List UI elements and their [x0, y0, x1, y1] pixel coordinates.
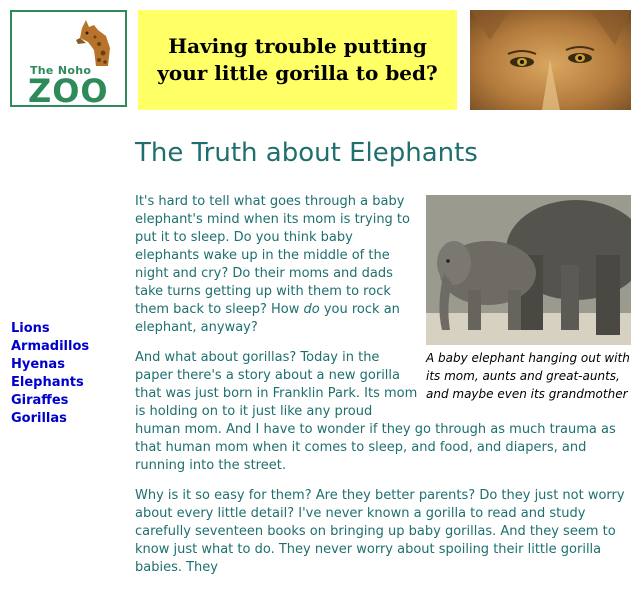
banner-line-2: your little gorilla to bed?	[157, 61, 438, 85]
paragraph-3: Why is it so easy for them? Are they bet…	[135, 488, 625, 575]
lion-face-image	[470, 10, 631, 110]
nav-link-lions[interactable]: Lions	[11, 320, 89, 338]
page-title: The Truth about Elephants	[135, 138, 478, 168]
elephant-figure: A baby elephant hanging out with its mom…	[426, 195, 631, 403]
banner-headline: Having trouble putting your little goril…	[157, 33, 438, 87]
figure-caption: A baby elephant hanging out with its mom…	[426, 351, 630, 401]
logo-title: ZOO	[28, 72, 109, 110]
nav-link-hyenas[interactable]: Hyenas	[11, 356, 89, 374]
banner-line-1: Having trouble putting	[168, 34, 427, 58]
nav-link-elephants[interactable]: Elephants	[11, 374, 89, 392]
paragraph-1-emphasis: do	[303, 302, 320, 317]
zoo-logo[interactable]: The Noho ZOO	[10, 10, 127, 110]
lion-photo	[470, 10, 631, 110]
giraffe-icon	[76, 20, 110, 66]
animal-nav: Lions Armadillos Hyenas Elephants Giraff…	[11, 320, 89, 428]
nav-link-giraffes[interactable]: Giraffes	[11, 392, 89, 410]
paragraph-1-text: It's hard to tell what goes through a ba…	[135, 194, 410, 317]
nav-link-armadillos[interactable]: Armadillos	[11, 338, 89, 356]
elephant-photo	[426, 195, 631, 345]
article-body: A baby elephant hanging out with its mom…	[135, 193, 631, 589]
nav-link-gorillas[interactable]: Gorillas	[11, 410, 89, 428]
header-banner[interactable]: Having trouble putting your little goril…	[138, 10, 457, 110]
